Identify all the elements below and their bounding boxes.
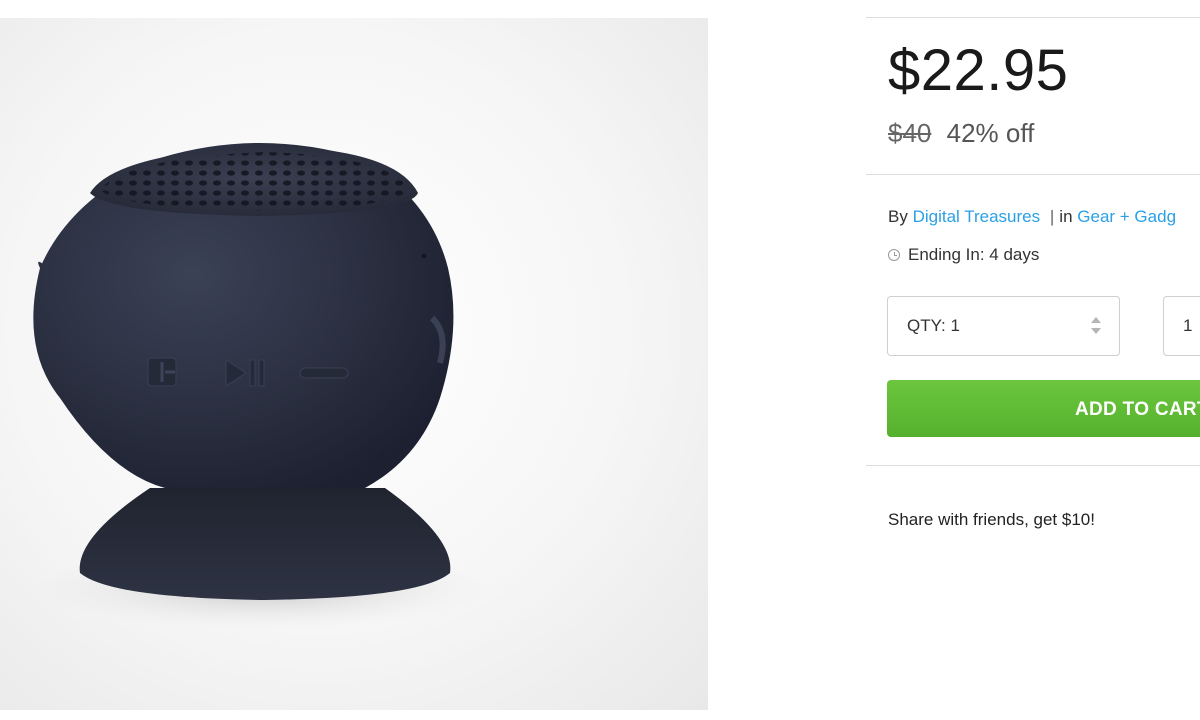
option-select[interactable]: 1 xyxy=(1163,296,1200,356)
seller-info: By Digital Treasures | in Gear + Gadg xyxy=(888,205,1176,229)
in-label: in xyxy=(1059,207,1073,226)
speaker-illustration xyxy=(32,143,492,630)
deal-ending: Ending In: 4 days xyxy=(888,243,1039,267)
clock-icon xyxy=(888,249,900,261)
category-link[interactable]: Gear + Gadg xyxy=(1077,207,1176,226)
chevron-up-icon[interactable] xyxy=(1091,317,1101,323)
sale-price: $22.95 xyxy=(888,38,1069,103)
seller-link[interactable]: Digital Treasures xyxy=(913,207,1041,226)
ending-text: Ending In: 4 days xyxy=(908,245,1040,264)
add-to-cart-button[interactable]: ADD TO CART xyxy=(887,380,1200,437)
product-image[interactable] xyxy=(0,18,708,710)
price-comparison: $40 42% off xyxy=(888,115,1034,151)
separator: | xyxy=(1049,207,1055,226)
quantity-select[interactable]: QTY: 1 xyxy=(887,296,1120,356)
chevron-down-icon[interactable] xyxy=(1091,328,1101,334)
discount-label: 42% off xyxy=(946,118,1035,148)
divider xyxy=(866,174,1200,175)
divider xyxy=(866,17,1200,18)
purchase-panel: $22.95 $40 42% off By Digital Treasures … xyxy=(866,0,1200,720)
spinner-arrows-icon[interactable] xyxy=(1091,317,1101,337)
option-value: 1 xyxy=(1183,316,1193,335)
original-price: $40 xyxy=(888,118,932,148)
share-promo[interactable]: Share with friends, get $10! xyxy=(888,508,1095,532)
quantity-value: QTY: 1 xyxy=(907,316,960,335)
divider xyxy=(866,465,1200,466)
by-label: By xyxy=(888,207,908,226)
